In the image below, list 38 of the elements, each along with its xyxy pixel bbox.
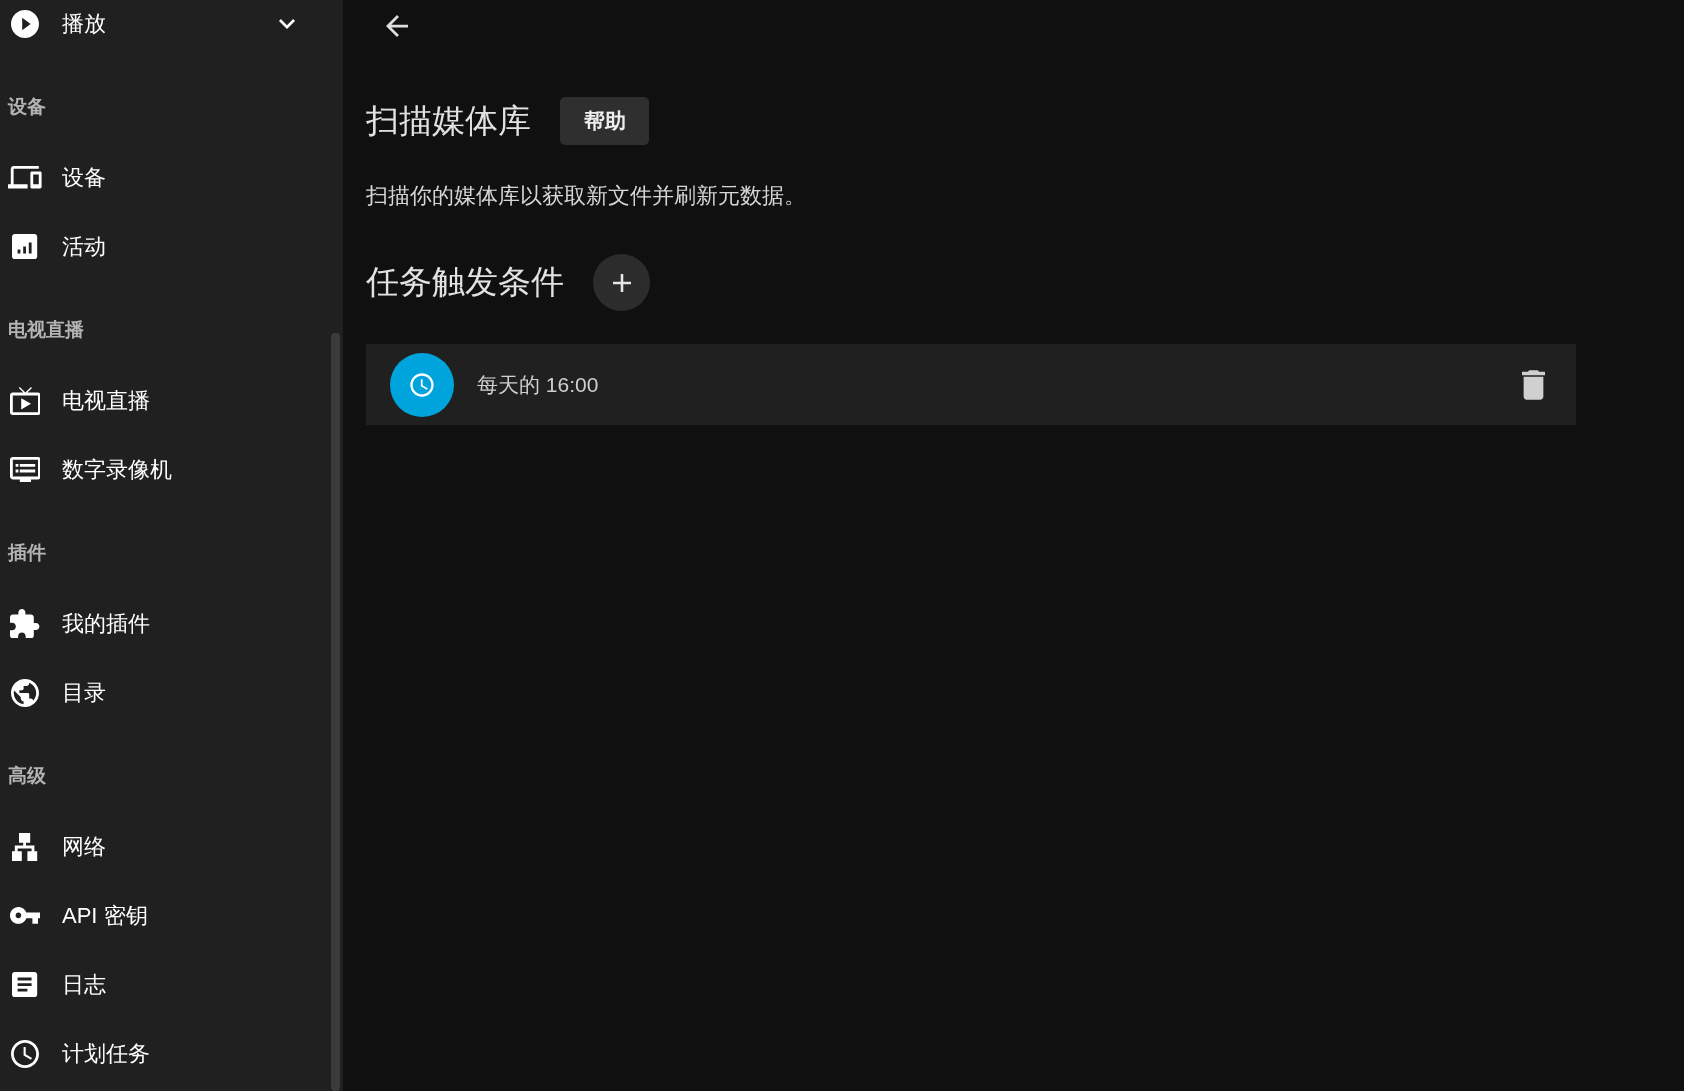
clock-icon: [390, 352, 454, 417]
page-description: 扫描你的媒体库以获取新文件并刷新元数据。: [366, 183, 807, 210]
sitemap-icon: [12, 832, 38, 861]
section-title: 插件: [6, 540, 47, 565]
sidebar-item[interactable]: 网络: [0, 812, 327, 881]
chevron-down-icon: [279, 19, 295, 29]
sidebar-item[interactable]: 我的插件: [0, 589, 327, 658]
sidebar-item[interactable]: 日志: [0, 950, 327, 1019]
page-title: 扫描媒体库: [366, 100, 531, 141]
back-arrow-icon[interactable]: [386, 15, 408, 37]
sidebar-header[interactable]: 播放: [0, 0, 343, 48]
sidebar-item[interactable]: 数字录像机: [0, 435, 327, 504]
document-icon: [12, 971, 38, 998]
play-icon: [11, 10, 39, 38]
key-icon: [9, 907, 41, 924]
globe-icon: [11, 678, 39, 707]
section-title: 高级: [7, 763, 47, 788]
scrollbar-thumb[interactable]: [331, 333, 340, 1091]
tv-icon: [9, 386, 41, 415]
sidebar-item[interactable]: 活动: [0, 212, 327, 281]
sidebar-item[interactable]: 电视直播: [0, 366, 327, 435]
puzzle-icon: [10, 608, 40, 639]
monitor-list-icon: [9, 456, 41, 483]
plus-icon: [612, 273, 631, 292]
section-title: 电视直播: [7, 317, 85, 342]
section-heading: 任务触发条件: [366, 262, 564, 302]
sidebar-item[interactable]: 设备: [0, 143, 327, 212]
sidebar-item[interactable]: 计划任务: [0, 1019, 327, 1088]
delete-icon[interactable]: [1522, 369, 1545, 400]
section-title: 设备: [6, 94, 47, 119]
bar-chart-icon: [12, 233, 38, 260]
devices-icon: [8, 166, 42, 189]
clock-icon: [11, 1039, 39, 1068]
sidebar-item[interactable]: API 密钥: [0, 881, 327, 950]
trigger-row[interactable]: 每天的 16:00: [366, 344, 1576, 425]
trigger-label: 每天的 16:00: [477, 371, 599, 398]
sidebar-item[interactable]: 目录: [0, 658, 327, 727]
help-button[interactable]: 帮助: [560, 97, 649, 145]
